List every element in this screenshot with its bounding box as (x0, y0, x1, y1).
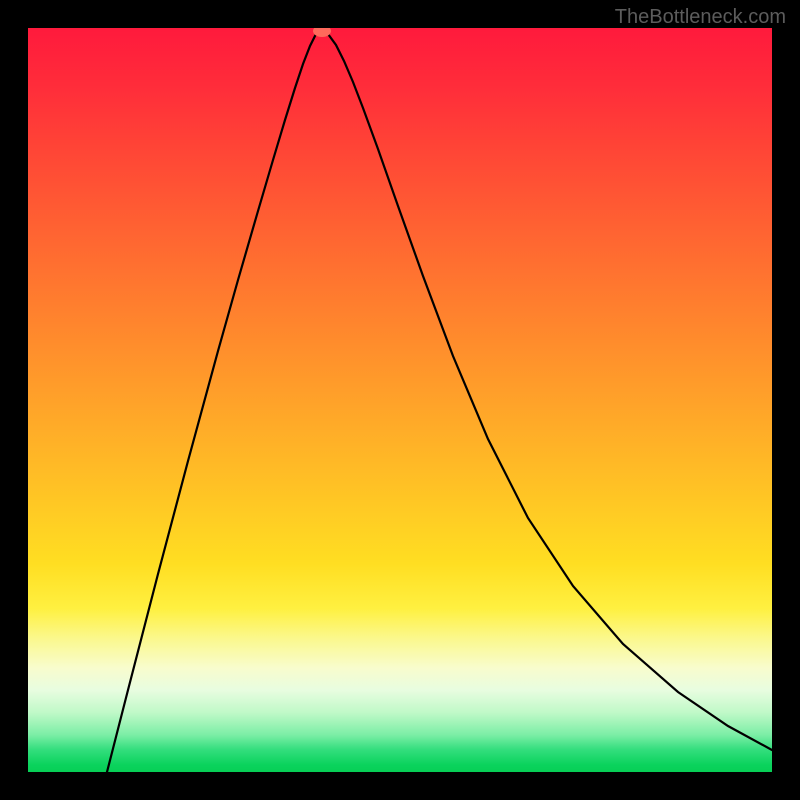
chart-svg (28, 28, 772, 772)
plot-area (28, 28, 772, 772)
chart-curve-line (107, 31, 772, 772)
watermark-text: TheBottleneck.com (615, 6, 786, 29)
